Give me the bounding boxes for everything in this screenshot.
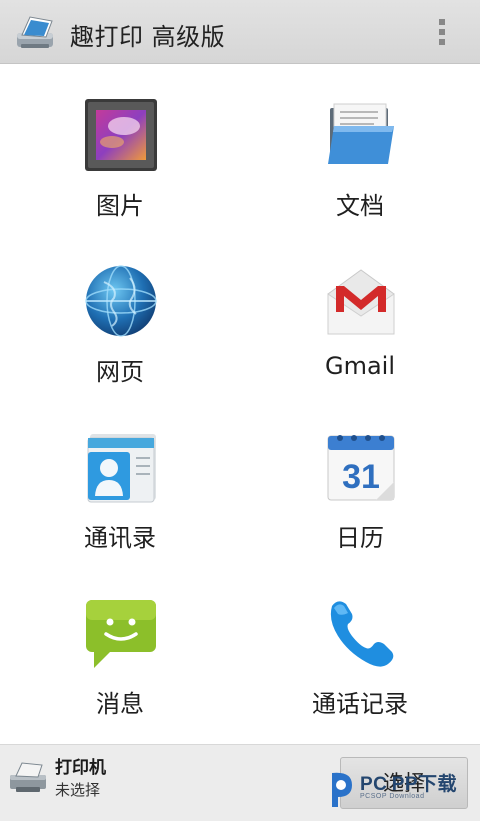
printer-app-icon[interactable] [14, 11, 56, 53]
call-log-icon [330, 601, 394, 667]
tile-web[interactable]: 网页 [0, 232, 240, 398]
tile-contacts[interactable]: 通讯录 [0, 398, 240, 564]
select-printer-button[interactable]: 选择 [340, 757, 468, 809]
calendar-day-number: 31 [342, 458, 380, 496]
tile-documents[interactable]: 文档 [240, 66, 480, 232]
calendar-icon: 31 [327, 435, 395, 501]
app-title: 趣打印 高级版 [70, 23, 226, 51]
tile-label: 日历 [336, 524, 384, 552]
printer-bar: 打印机 未选择 选择 PC PP下载 PCSOP Download [0, 744, 480, 821]
tile-label: 图片 [96, 192, 144, 220]
source-grid: 图片 文档 网页 Gmail 通讯录 31 日历 消息 通话记录 [0, 66, 480, 742]
printer-icon [10, 762, 46, 792]
tile-label: 通讯录 [84, 524, 156, 552]
tile-messages[interactable]: 消息 [0, 564, 240, 730]
printer-title: 打印机 [55, 758, 106, 778]
tile-label: 网页 [96, 358, 144, 386]
globe-icon [85, 265, 157, 337]
tile-gmail[interactable]: Gmail [240, 232, 480, 398]
action-bar: 趣打印 高级版 [0, 0, 480, 64]
tile-label: Gmail [324, 352, 396, 380]
folder-documents-icon [328, 103, 394, 164]
tile-label: 消息 [96, 690, 144, 718]
tile-gallery[interactable]: 图片 [0, 66, 240, 232]
tile-label: 通话记录 [312, 690, 408, 718]
gallery-icon [85, 99, 157, 171]
tile-label: 文档 [336, 192, 384, 220]
tile-calendar[interactable]: 31 日历 [240, 398, 480, 564]
overflow-menu-icon[interactable] [428, 14, 456, 50]
tile-call-log[interactable]: 通话记录 [240, 564, 480, 730]
contacts-icon [87, 434, 156, 503]
messages-icon [86, 600, 156, 668]
printer-status: 未选择 [55, 781, 101, 799]
gmail-icon [327, 269, 395, 335]
